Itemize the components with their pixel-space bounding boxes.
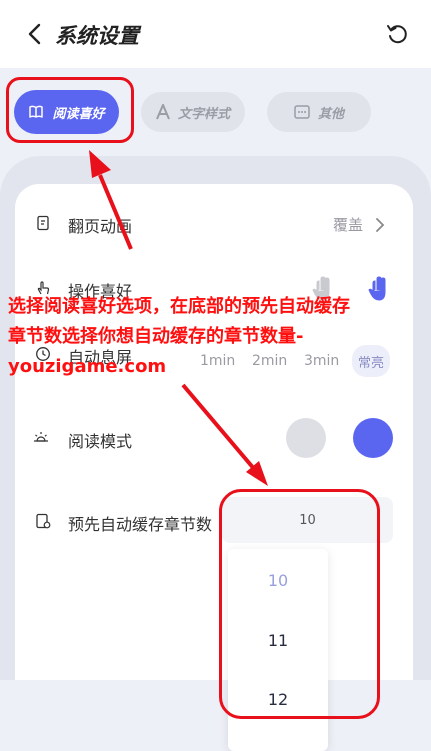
tab-text-style[interactable]: 文字样式 [141,92,245,132]
day-mode-option[interactable] [286,418,326,458]
reading-mode-label: 阅读模式 [68,432,133,451]
refresh-icon[interactable] [385,22,409,46]
page-turn-label: 翻页动画 [68,217,133,236]
more-icon [294,105,310,119]
prefetch-label: 预先自动缓存章节数 [68,515,213,534]
page-turn-icon [37,215,49,231]
chevron-left-icon[interactable] [24,22,46,46]
annotation-line-3: youzigame.com [8,356,167,377]
tab-label: 其他 [317,106,344,122]
page-title: 系统设置 [55,24,139,48]
font-icon [156,104,170,120]
annotation-line-2: 章节数选择你想自动缓存的章节数量- [8,326,304,347]
tab-label: 文字样式 [177,106,230,122]
night-mode-option[interactable] [353,418,393,458]
sun-icon [34,432,48,442]
annotation-line-1: 选择阅读喜好选项，在底部的预先自动缓存 [8,296,350,317]
annotation-text: 选择阅读喜好选项，在底部的预先自动缓存 章节数选择你想自动缓存的章节数量- yo… [8,292,428,382]
page-turn-value[interactable]: 覆盖 [333,214,363,235]
tab-other[interactable]: 其他 [267,92,371,132]
header-bar: 系统设置 [0,0,431,68]
annotation-box-dropdown [219,489,380,719]
annotation-box-tab [6,77,134,143]
cache-icon [36,513,51,529]
chevron-right-icon[interactable] [375,217,385,233]
